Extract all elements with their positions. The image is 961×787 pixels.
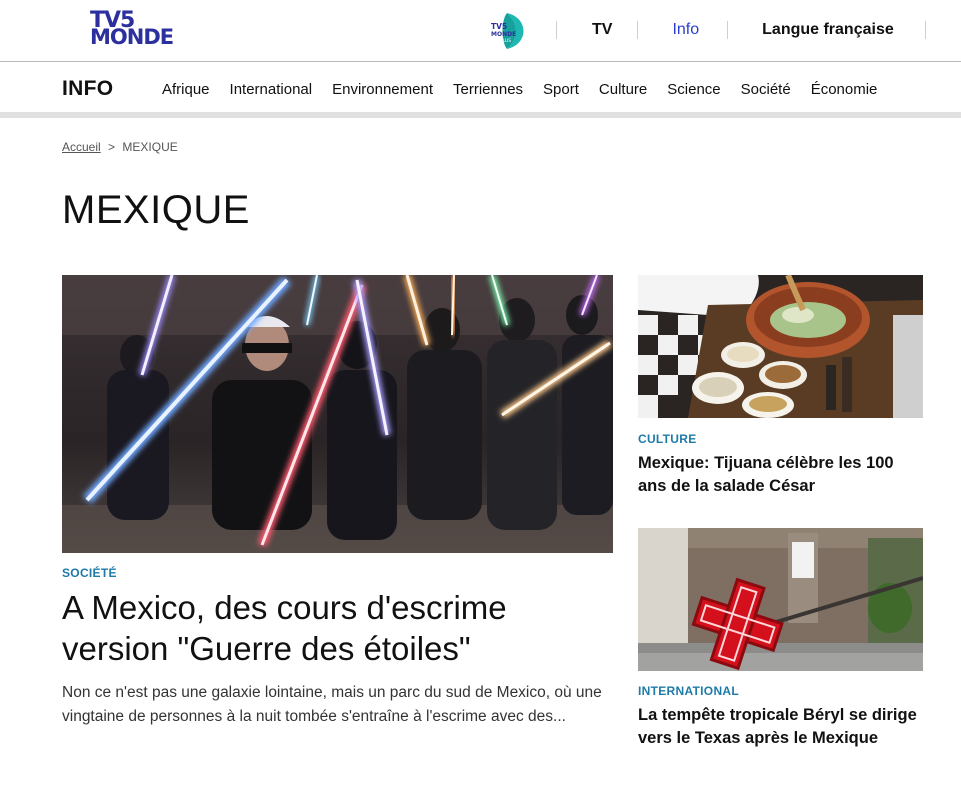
side-article-2-title[interactable]: La tempête tropicale Béryl se dirige ver… (638, 704, 923, 750)
breadcrumb-current: MEXIQUE (122, 140, 178, 154)
side-article-1-image[interactable] (638, 275, 923, 418)
nav-brand-info[interactable]: INFO (62, 77, 113, 101)
tv5monde-plus-icon: TV5 MONDE PLUS (491, 13, 524, 49)
main-article-image[interactable] (62, 275, 613, 553)
nav-menu: Afrique International Environnement Terr… (162, 81, 897, 98)
nav-item-international[interactable]: International (230, 81, 313, 98)
storm-pharmacy-sign-photo-icon (638, 528, 923, 671)
tv5monde-logo[interactable]: TV5 MONDE (90, 10, 204, 50)
side-article-1-title[interactable]: Mexique: Tijuana célèbre les 100 ans de … (638, 452, 923, 498)
nav-item-science[interactable]: Science (667, 81, 720, 98)
tv5monde-plus-logo[interactable]: TV5 MONDE PLUS (489, 12, 527, 50)
side-article-2-image[interactable] (638, 528, 923, 671)
nav-item-societe[interactable]: Société (741, 81, 791, 98)
top-link-tv[interactable]: TV (592, 21, 612, 39)
top-separator (637, 21, 639, 39)
nav-item-culture[interactable]: Culture (599, 81, 647, 98)
side-article-1-category[interactable]: CULTURE (638, 432, 697, 446)
nav-item-sport[interactable]: Sport (543, 81, 579, 98)
main-article-headline[interactable]: A Mexico, des cours d'escrime version "G… (62, 587, 622, 669)
lightsaber-photo-icon (62, 275, 613, 553)
nav-item-economie[interactable]: Économie (811, 81, 878, 98)
top-link-info[interactable]: Info (672, 21, 699, 39)
top-links: TV Info Langue française (556, 18, 926, 42)
nav-item-environnement[interactable]: Environnement (332, 81, 433, 98)
breadcrumb-separator: > (108, 140, 116, 154)
svg-text:TV5: TV5 (491, 22, 507, 31)
top-link-langue-francaise[interactable]: Langue française (762, 21, 894, 39)
breadcrumb: Accueil > MEXIQUE (62, 140, 178, 154)
page-title: MEXIQUE (62, 188, 250, 232)
logo-line-2: MONDE (90, 25, 174, 49)
svg-text:MONDE: MONDE (491, 31, 516, 38)
nav-item-terriennes[interactable]: Terriennes (453, 81, 523, 98)
top-separator (924, 21, 926, 39)
nav-item-afrique[interactable]: Afrique (162, 81, 210, 98)
main-article-category[interactable]: SOCIÉTÉ (62, 566, 117, 580)
main-article-excerpt: Non ce n'est pas une galaxie lointaine, … (62, 684, 602, 725)
top-separator (727, 21, 729, 39)
side-article-2-category[interactable]: INTERNATIONAL (638, 684, 739, 698)
breadcrumb-home-link[interactable]: Accueil (62, 140, 101, 154)
section-nav-bar: INFO Afrique International Environnement… (0, 62, 961, 118)
top-separator (556, 21, 557, 39)
salad-photo-icon (638, 275, 923, 418)
svg-text:PLUS: PLUS (500, 38, 511, 44)
top-bar: TV5 MONDE TV5 MONDE PLUS TV Info Langue … (0, 0, 961, 62)
